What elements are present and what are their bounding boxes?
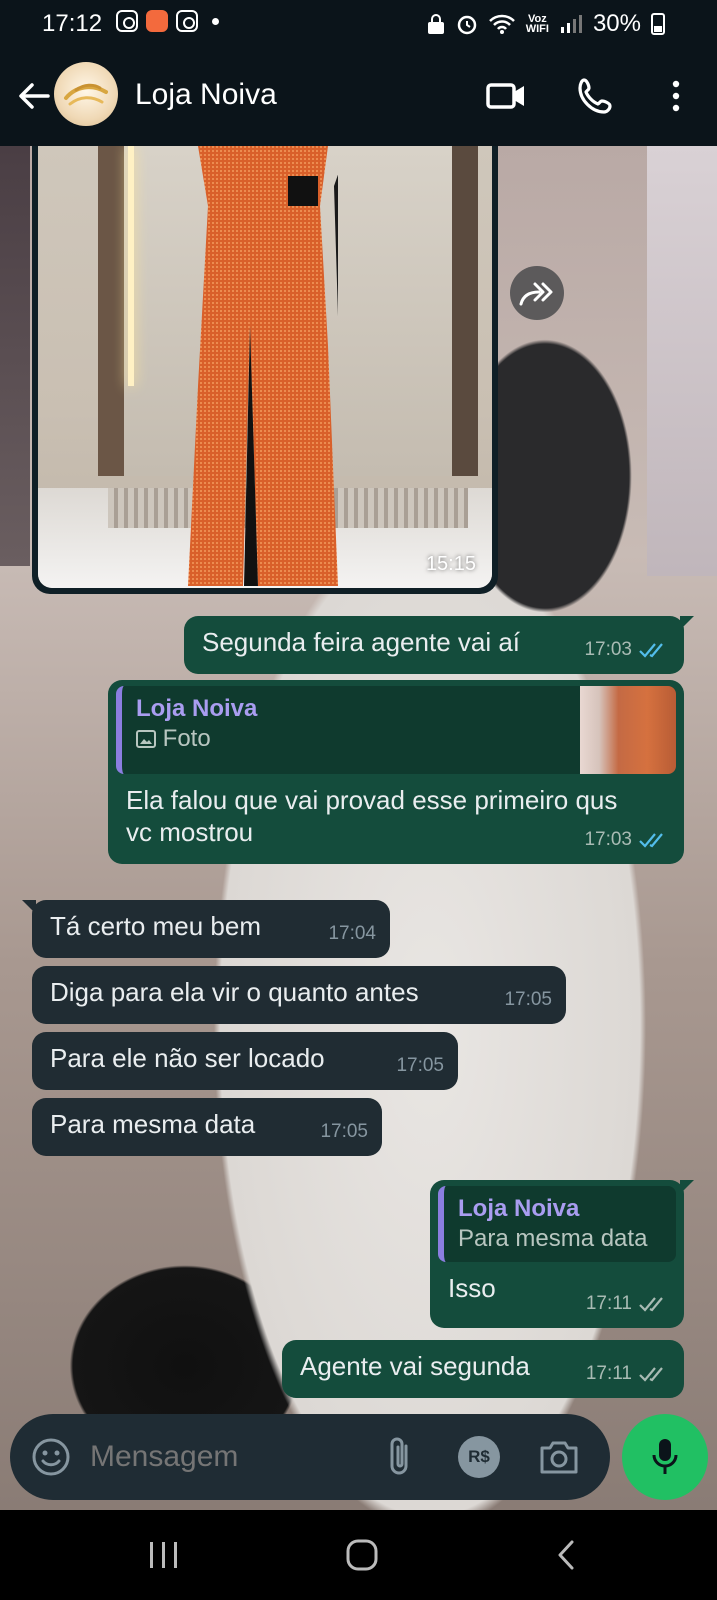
quote-text: Foto (162, 725, 211, 752)
message-meta: 17:05 (396, 1050, 444, 1082)
video-call-icon[interactable] (484, 74, 528, 118)
phone-call-icon[interactable] (574, 74, 618, 118)
message-meta: 17:11 (586, 1358, 670, 1390)
message-composer[interactable]: R$ (10, 1414, 610, 1500)
message-text: Tá certo meu bem (50, 911, 261, 941)
image-message[interactable]: 15:15 (32, 146, 498, 594)
battery-icon (651, 13, 665, 35)
bubble-tail (22, 900, 36, 914)
photo-light-strip (128, 146, 134, 386)
quoted-message[interactable]: Loja Noiva Foto (116, 686, 676, 774)
message-text: Diga para ela vir o quanto antes (50, 977, 419, 1007)
chat-area[interactable]: 15:15 Segunda feira agente vai aí 17:03 … (0, 146, 717, 1510)
message-meta: 17:11 (586, 1288, 670, 1320)
more-menu-icon[interactable] (660, 74, 704, 118)
emoji-icon[interactable] (30, 1436, 72, 1478)
battery-percent: 30% (592, 10, 641, 37)
recent-apps-icon[interactable] (144, 1538, 184, 1572)
message-time: 17:03 (584, 639, 632, 660)
read-ticks-icon (639, 833, 663, 848)
status-bar: 17:12 Voz WIFI 30% (0, 0, 717, 50)
more-notifications-dot (212, 17, 219, 25)
nav-back-icon[interactable] (548, 1538, 588, 1572)
message-time: 17:11 (585, 1293, 632, 1314)
signal-icon (560, 15, 582, 33)
dress-photo[interactable]: 15:15 (38, 146, 492, 588)
quoted-message[interactable]: Loja Noiva Para mesma data (438, 1186, 676, 1262)
message-time: 17:04 (328, 923, 376, 944)
quote-author: Loja Noiva (458, 1195, 580, 1222)
read-ticks-icon (639, 643, 663, 658)
app-notification-icon (146, 10, 168, 32)
message-time: 17:11 (585, 1363, 632, 1384)
orange-dress-illustration (188, 146, 338, 586)
delivered-ticks-icon (639, 1297, 663, 1312)
instagram-icon (176, 10, 198, 32)
camera-icon[interactable] (536, 1434, 582, 1480)
outgoing-reply-message[interactable]: Loja Noiva Foto Ela falou que vai provad… (108, 680, 684, 864)
message-meta: 17:03 (584, 824, 670, 856)
message-meta: 17:05 (320, 1116, 368, 1148)
quote-thumbnail (580, 686, 676, 774)
forward-button[interactable] (510, 266, 564, 320)
message-time: 17:05 (504, 989, 552, 1010)
message-meta: 17:04 (328, 918, 376, 950)
message-input[interactable] (90, 1440, 360, 1474)
voice-message-button[interactable] (622, 1414, 708, 1500)
system-nav-bar (0, 1510, 717, 1600)
attach-icon[interactable] (378, 1434, 422, 1480)
incoming-message[interactable]: Diga para ela vir o quanto antes 17:05 (32, 966, 566, 1024)
wallpaper-detail (647, 146, 717, 576)
incoming-message[interactable]: Para mesma data 17:05 (32, 1098, 382, 1156)
message-time: 17:05 (396, 1055, 444, 1076)
message-text: Para ele não ser locado (50, 1043, 325, 1073)
wifi-label: WIFI (525, 23, 549, 35)
home-icon[interactable] (342, 1538, 382, 1572)
back-arrow-icon[interactable] (16, 78, 52, 114)
mic-icon (652, 1439, 678, 1474)
notification-icons (116, 10, 219, 32)
payment-button[interactable]: R$ (458, 1436, 500, 1478)
message-meta: 17:03 (584, 634, 670, 666)
message-text: Ela falou que vai provad esse primeiro q… (126, 785, 618, 847)
bubble-tail (680, 616, 694, 630)
message-text: Para mesma data (50, 1109, 256, 1139)
quote-text: Para mesma data (458, 1225, 648, 1252)
voz-wifi-label: Voz WIFI (525, 14, 549, 35)
contact-avatar[interactable] (54, 62, 118, 126)
outgoing-reply-message[interactable]: Loja Noiva Para mesma data Isso 17:11 (430, 1180, 694, 1328)
delivered-ticks-icon (639, 1367, 663, 1382)
message-meta: 17:05 (504, 984, 552, 1016)
incoming-message[interactable]: Para ele não ser locado 17:05 (32, 1032, 458, 1090)
message-text: Agente vai segunda (300, 1351, 530, 1381)
message-time: 17:03 (584, 829, 632, 850)
wallpaper-detail (0, 146, 30, 566)
alarm-icon (457, 15, 476, 35)
forward-icon (519, 282, 553, 306)
outgoing-message[interactable]: Agente vai segunda 17:11 (282, 1340, 684, 1398)
photo-icon (136, 730, 156, 748)
lock-icon (427, 14, 444, 34)
incoming-message[interactable]: Tá certo meu bem 17:04 (22, 900, 390, 958)
logo-swirl-icon (64, 83, 108, 106)
message-time: 15:15 (425, 553, 476, 575)
bubble-tail (680, 1180, 694, 1194)
message-text: Segunda feira agente vai aí (202, 627, 521, 657)
system-icons: Voz WIFI 30% (426, 10, 665, 38)
chat-header: Loja Noiva (0, 50, 717, 146)
contact-name[interactable]: Loja Noiva (135, 78, 277, 112)
outgoing-message[interactable]: Segunda feira agente vai aí 17:03 (184, 616, 694, 674)
wifi-icon (488, 14, 515, 34)
status-time: 17:12 (42, 10, 103, 37)
message-time: 17:05 (320, 1121, 368, 1142)
instagram-icon (116, 10, 138, 32)
